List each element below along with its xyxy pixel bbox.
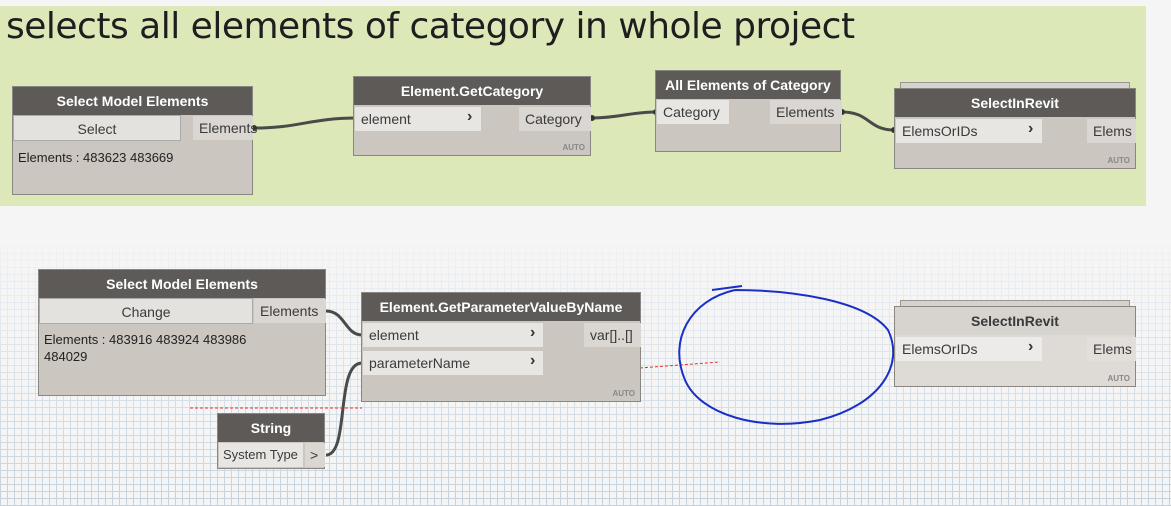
- input-port-elemsorids[interactable]: ElemsOrIDs: [896, 119, 1042, 143]
- auto-label: AUTO: [612, 389, 635, 398]
- select-model-elements-node[interactable]: Select Model Elements Select Elements El…: [12, 86, 257, 195]
- input-port-parametername[interactable]: parameterName: [363, 351, 543, 375]
- select-model-elements-node-2[interactable]: Select Model Elements Change Elements El…: [38, 269, 326, 396]
- input-port-category[interactable]: Category: [657, 100, 729, 124]
- select-in-revit-node[interactable]: SelectInRevit ElemsOrIDs › Elems AUTO: [894, 88, 1136, 169]
- chevron-right-icon: ›: [530, 324, 536, 341]
- string-node[interactable]: String System Type >: [217, 413, 325, 469]
- chevron-right-icon: ›: [1028, 338, 1034, 355]
- node-title: Select Model Elements: [39, 270, 325, 298]
- select-in-revit-node-2[interactable]: SelectInRevit ElemsOrIDs › Elems AUTO: [894, 306, 1136, 387]
- output-port-elems[interactable]: Elems: [1087, 337, 1136, 361]
- node-title: Element.GetParameterValueByName: [362, 293, 640, 321]
- wire-allcat-selrevit[interactable]: [841, 110, 895, 132]
- output-port-elems[interactable]: Elems: [1087, 119, 1136, 143]
- wire-select1-getcat[interactable]: [253, 116, 358, 130]
- node-title: String: [218, 414, 324, 442]
- change-button[interactable]: Change: [39, 298, 253, 324]
- input-port-element[interactable]: element: [363, 323, 543, 347]
- wire-getcat-allcat[interactable]: [591, 110, 657, 120]
- chevron-right-icon: ›: [467, 108, 473, 125]
- output-port-var[interactable]: var[]..[]: [584, 323, 641, 347]
- auto-label: AUTO: [1107, 374, 1130, 383]
- selection-info: Elements : 483916 483924 483986 484029: [44, 332, 247, 364]
- input-port-elemsorids[interactable]: ElemsOrIDs: [896, 337, 1042, 361]
- chevron-right-icon: ›: [1028, 120, 1034, 137]
- output-port-elements[interactable]: Elements: [770, 100, 842, 124]
- node-title: Element.GetCategory: [354, 77, 590, 105]
- all-elements-of-category-node[interactable]: All Elements of Category Category Elemen…: [655, 70, 842, 152]
- input-port-element[interactable]: element: [355, 107, 481, 131]
- output-port-elements[interactable]: Elements: [254, 299, 326, 323]
- node-title: Select Model Elements: [13, 87, 252, 115]
- node-title: SelectInRevit: [895, 307, 1135, 335]
- chevron-right-icon: ›: [530, 352, 536, 369]
- output-port-elements[interactable]: Elements: [193, 116, 257, 140]
- annotation-circle: [678, 285, 895, 425]
- auto-label: AUTO: [1107, 156, 1130, 165]
- node-title: All Elements of Category: [656, 71, 840, 99]
- auto-label: AUTO: [562, 143, 585, 152]
- select-button[interactable]: Select: [13, 115, 181, 141]
- string-value-input[interactable]: System Type: [219, 443, 303, 467]
- node-title: SelectInRevit: [895, 89, 1135, 117]
- wire-string-getparam[interactable]: [325, 361, 363, 457]
- selection-info: Elements : 483623 483669: [18, 150, 174, 165]
- element-getcategory-node[interactable]: Element.GetCategory element › Category A…: [353, 76, 591, 156]
- element-getparametervaluebyname-node[interactable]: Element.GetParameterValueByName element …: [361, 292, 641, 402]
- output-port-category[interactable]: Category: [519, 107, 591, 131]
- wire-select2-getparam[interactable]: [325, 309, 363, 337]
- output-port-string[interactable]: >: [305, 443, 325, 467]
